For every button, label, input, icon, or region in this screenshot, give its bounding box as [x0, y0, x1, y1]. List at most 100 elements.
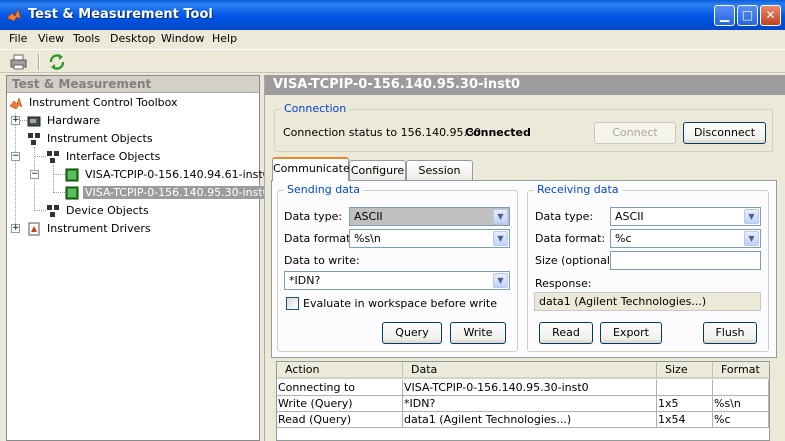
send-data-type-value: ASCII: [354, 210, 383, 223]
refresh-button[interactable]: [47, 53, 67, 71]
table-cell[interactable]: %c: [713, 412, 769, 428]
data-to-write-value: *IDN?: [289, 274, 321, 287]
receive-data-type-value: ASCII: [615, 210, 644, 223]
query-button[interactable]: Query: [382, 322, 442, 344]
tree-node-hardware[interactable]: Hardware: [27, 112, 102, 130]
table-cell[interactable]: [713, 380, 769, 396]
send-data-type-select[interactable]: ASCII ▼: [349, 207, 510, 226]
tree-node-instrument-drivers[interactable]: Instrument Drivers: [27, 220, 153, 238]
column-header-action[interactable]: Action: [277, 362, 403, 379]
tree-panel: Test & Measurement Instrument Control To…: [6, 75, 272, 441]
maximize-icon: □: [741, 8, 754, 22]
send-data-format-label: Data format:: [284, 232, 355, 245]
print-button[interactable]: [9, 53, 29, 71]
evaluate-in-workspace-checkbox[interactable]: [286, 297, 299, 310]
minimize-icon: ▁: [719, 8, 730, 22]
menu-view[interactable]: View: [38, 32, 64, 45]
send-data-format-value: %s\n: [354, 232, 381, 245]
chevron-down-icon: ▼: [744, 231, 759, 246]
disconnect-button[interactable]: Disconnect: [683, 122, 766, 144]
window-title: Test & Measurement Tool: [28, 7, 213, 22]
chevron-down-icon: ▼: [493, 209, 508, 224]
table-cell[interactable]: Connecting to: [277, 380, 403, 396]
tab-communicate[interactable]: Communicate: [272, 157, 350, 181]
response-field: data1 (Agilent Technologies...): [534, 292, 761, 311]
response-label: Response:: [535, 277, 592, 290]
title-bar: Test & Measurement Tool ▁ □ ✕: [0, 0, 785, 30]
minimize-button[interactable]: ▁: [714, 5, 735, 26]
menu-desktop[interactable]: Desktop: [110, 32, 155, 45]
tab-session-log[interactable]: Session Log: [406, 160, 473, 197]
connect-button[interactable]: Connect: [594, 122, 676, 144]
visa-object-icon: [65, 186, 79, 200]
size-optional-input[interactable]: [610, 251, 761, 270]
receive-data-format-select[interactable]: %c ▼: [610, 229, 761, 248]
tab-configure[interactable]: Configure: [349, 160, 406, 181]
collapse-instrument-objects-toggle[interactable]: −: [11, 152, 20, 161]
menu-help[interactable]: Help: [212, 32, 237, 45]
table-cell[interactable]: Read (Query): [277, 412, 403, 428]
detail-panel-header: VISA-TCPIP-0-156.140.95.30-inst0: [265, 75, 785, 95]
maximize-button[interactable]: □: [737, 5, 758, 26]
printer-icon: [10, 54, 27, 70]
tree-node-interface-objects[interactable]: Interface Objects: [46, 148, 162, 166]
chevron-down-icon: ▼: [493, 231, 508, 246]
tree-line: [53, 192, 65, 193]
tree-node-visa-94-61[interactable]: VISA-TCPIP-0-156.140.94.61-inst0: [65, 166, 272, 184]
export-button[interactable]: Export: [600, 322, 662, 344]
evaluate-in-workspace-label: Evaluate in workspace before write: [303, 297, 498, 310]
column-header-data[interactable]: Data: [403, 362, 657, 379]
send-data-format-select[interactable]: %s\n ▼: [349, 229, 510, 248]
tree-line: [34, 156, 46, 157]
table-cell[interactable]: %s\n: [713, 396, 769, 412]
tree-node-device-objects[interactable]: Device Objects: [46, 202, 151, 220]
table-cell[interactable]: data1 (Agilent Technologies...): [403, 412, 657, 428]
menu-file[interactable]: File: [9, 32, 27, 45]
close-icon: ✕: [765, 8, 776, 22]
chevron-down-icon: ▼: [744, 209, 759, 224]
table-cell[interactable]: Write (Query): [277, 396, 403, 412]
hardware-icon: [27, 116, 41, 127]
table-cell[interactable]: 1x5: [657, 396, 713, 412]
write-button[interactable]: Write: [450, 322, 506, 344]
device-objects-icon: [47, 205, 59, 217]
expand-hardware-toggle[interactable]: +: [11, 116, 20, 125]
column-header-size[interactable]: Size: [657, 362, 713, 379]
toolbar-separator: [38, 54, 40, 70]
tree-node-instrument-control-toolbox[interactable]: Instrument Control Toolbox: [9, 94, 180, 112]
connection-status-label: Connection status to 156.140.95.30:: [283, 126, 485, 139]
table-cell[interactable]: *IDN?: [403, 396, 657, 412]
tree-node-visa-95-30[interactable]: VISA-TCPIP-0-156.140.95.30-inst0: [65, 184, 272, 202]
receiving-data-legend: Receiving data: [534, 183, 622, 196]
session-table: Action Data Size Format Connecting to VI…: [276, 361, 770, 441]
interface-objects-icon: [47, 151, 59, 163]
send-data-type-label: Data type:: [284, 210, 343, 223]
connection-status-value: Connected: [465, 126, 531, 139]
chevron-down-icon: ▼: [493, 273, 508, 288]
data-to-write-input[interactable]: *IDN? ▼: [284, 271, 510, 290]
tree-line: [15, 113, 16, 228]
menu-window[interactable]: Window: [161, 32, 204, 45]
receive-data-type-select[interactable]: ASCII ▼: [610, 207, 761, 226]
collapse-interface-objects-toggle[interactable]: −: [30, 170, 39, 179]
tree-line: [34, 210, 46, 211]
table-cell[interactable]: 1x54: [657, 412, 713, 428]
table-cell[interactable]: [657, 380, 713, 396]
matlab-logo-icon: [9, 97, 23, 110]
table-cell[interactable]: VISA-TCPIP-0-156.140.95.30-inst0: [403, 380, 657, 396]
tree-node-instrument-objects[interactable]: Instrument Objects: [27, 130, 155, 148]
column-header-format[interactable]: Format: [713, 362, 769, 379]
data-to-write-label: Data to write:: [284, 254, 360, 267]
receive-data-type-label: Data type:: [535, 210, 594, 223]
matlab-logo-icon: [6, 8, 22, 22]
flush-button[interactable]: Flush: [703, 322, 757, 344]
read-button[interactable]: Read: [539, 322, 593, 344]
close-button[interactable]: ✕: [760, 5, 781, 26]
menu-tools[interactable]: Tools: [73, 32, 100, 45]
receive-data-format-label: Data format:: [535, 232, 606, 245]
instrument-drivers-icon: [28, 222, 40, 236]
tree-line: [53, 174, 65, 175]
connection-legend: Connection: [281, 102, 350, 115]
refresh-icon: [49, 54, 65, 70]
expand-instrument-drivers-toggle[interactable]: +: [11, 224, 20, 233]
